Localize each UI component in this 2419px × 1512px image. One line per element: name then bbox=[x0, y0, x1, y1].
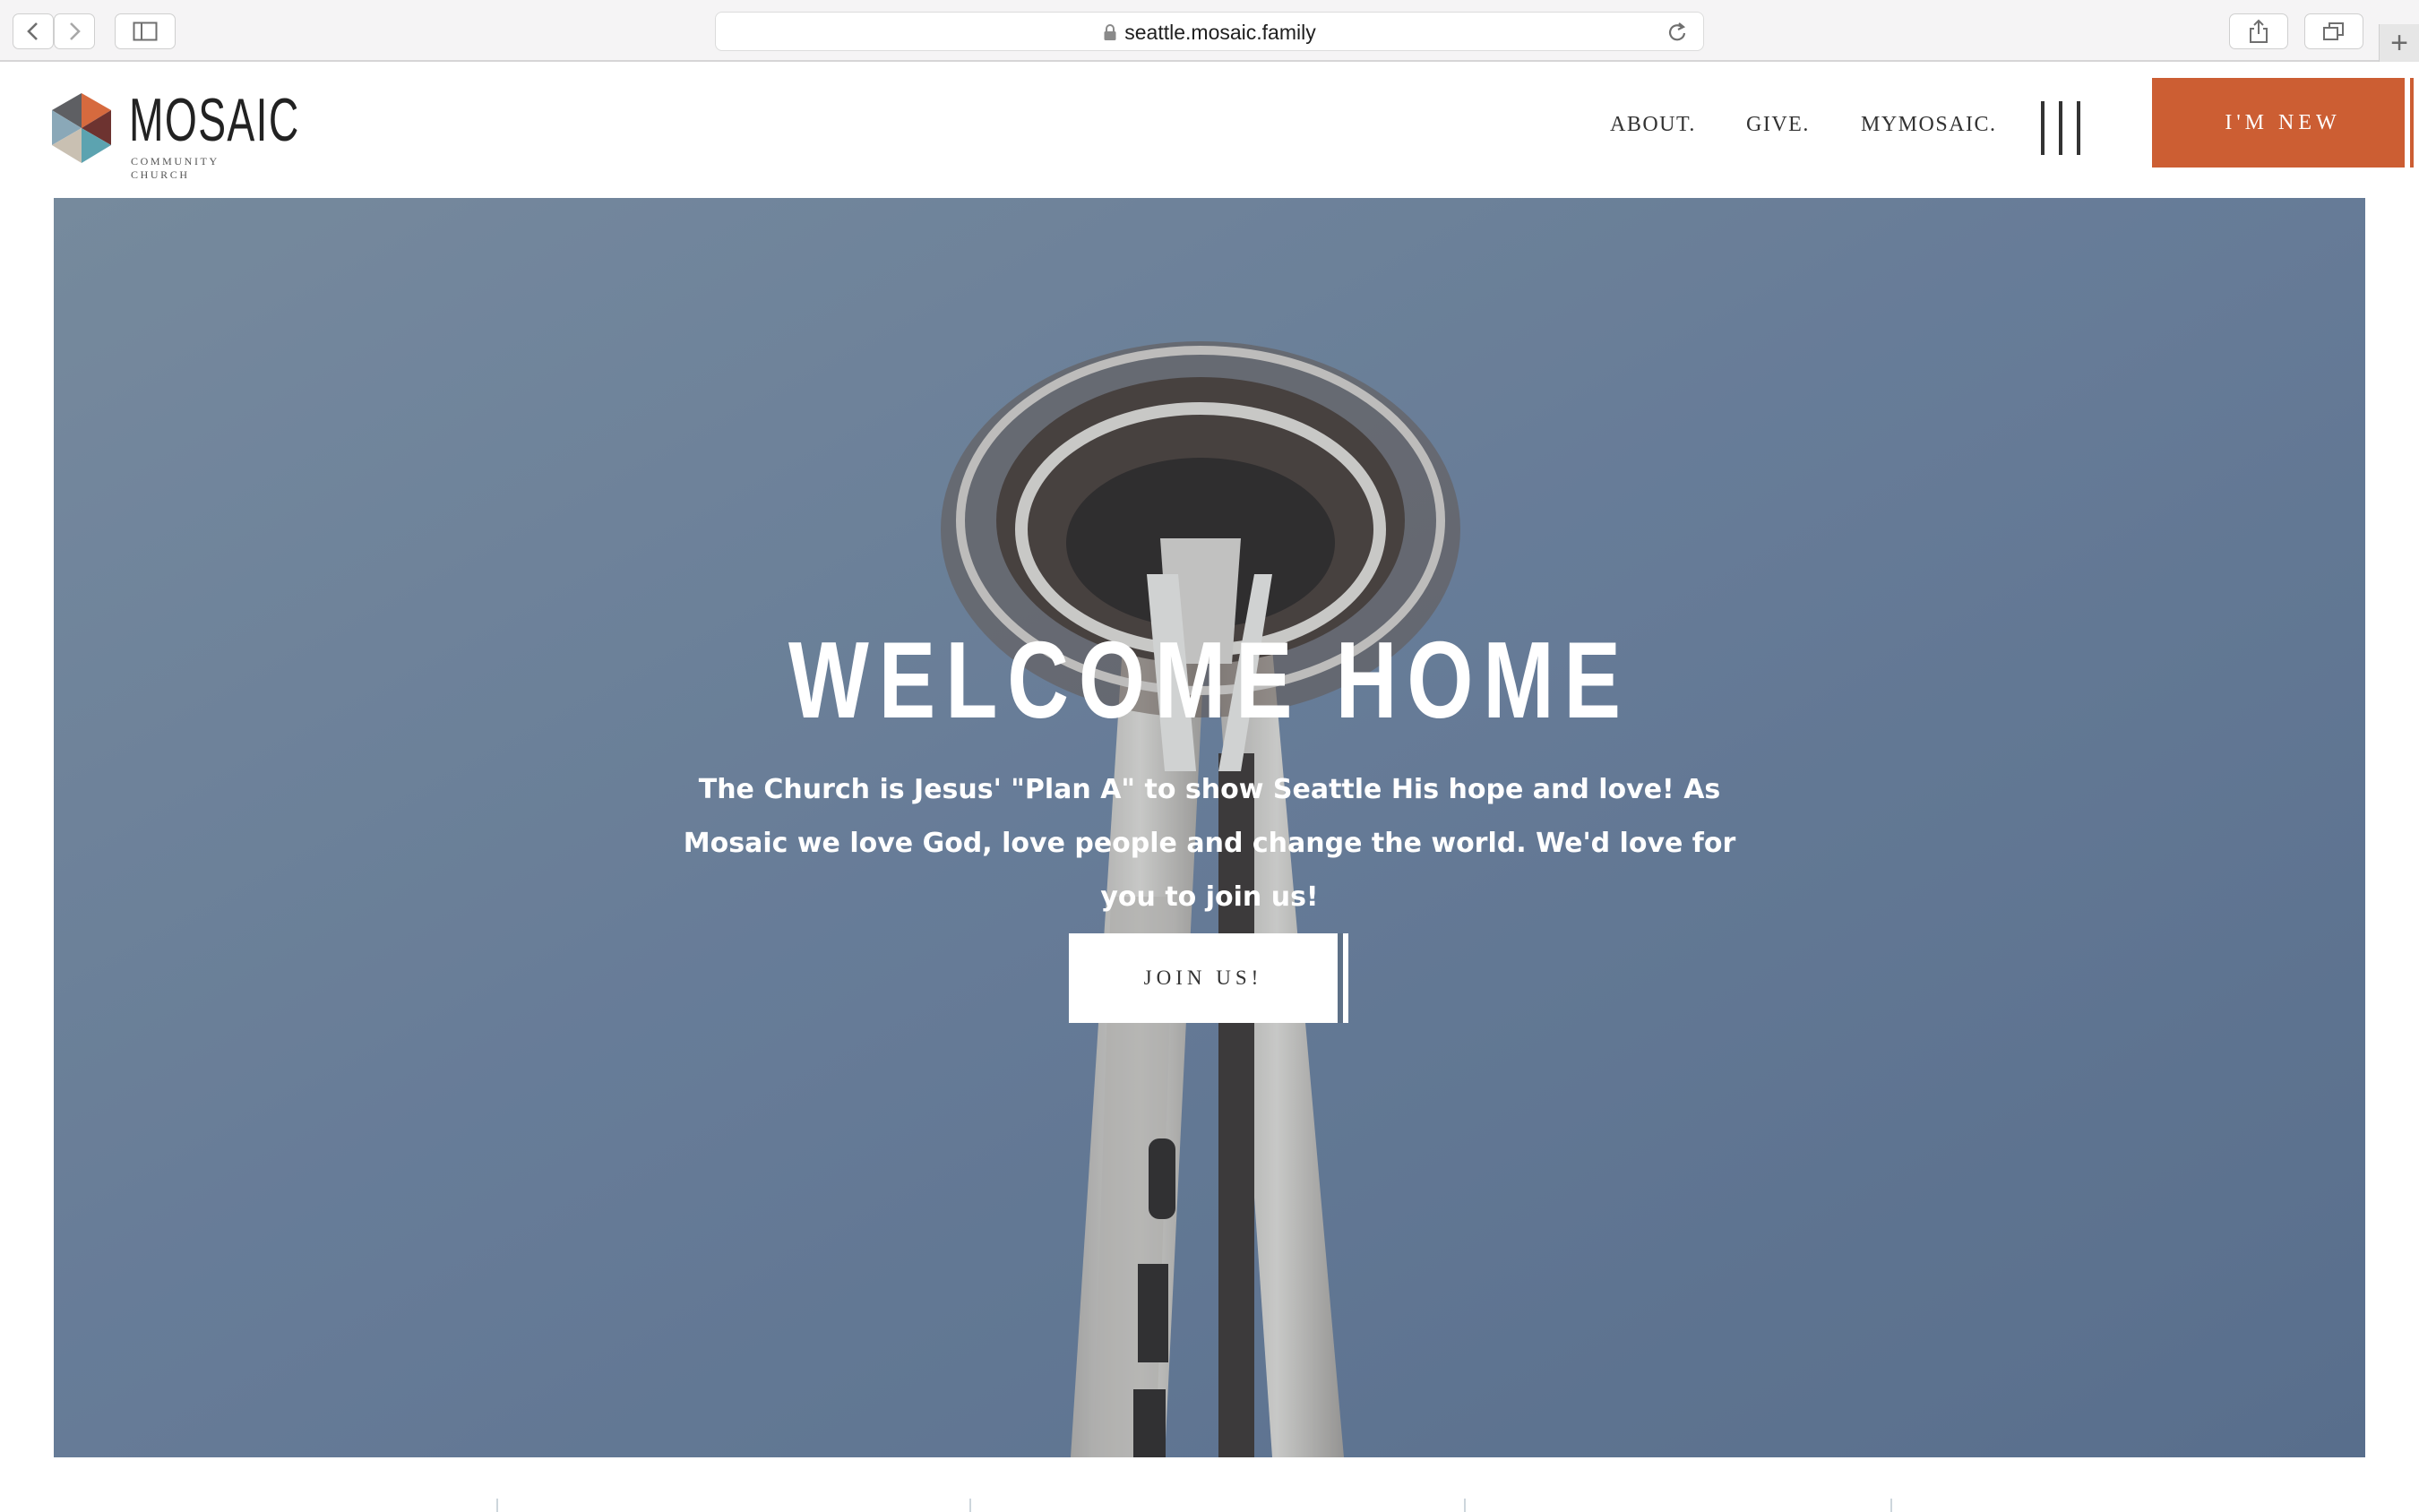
divider bbox=[1890, 1499, 1892, 1512]
new-tab-button[interactable]: + bbox=[2379, 24, 2419, 62]
logo-subtitle: COMMUNITY CHURCH bbox=[131, 155, 220, 181]
nav-about[interactable]: ABOUT. bbox=[1610, 113, 1696, 137]
url-text: seattle.mosaic.family bbox=[1124, 20, 1316, 44]
tabs-overview-button[interactable] bbox=[2304, 13, 2363, 49]
forward-arrow-icon bbox=[70, 22, 81, 40]
back-arrow-icon bbox=[27, 22, 38, 40]
logo-wordmark: MOSAIC bbox=[129, 86, 300, 154]
sidebar-icon bbox=[133, 21, 158, 41]
hero-title: WELCOME HOME bbox=[788, 619, 1631, 741]
join-us-button-edge bbox=[1338, 933, 1343, 1023]
hero-description: The Church is Jesus' "Plan A" to show Se… bbox=[683, 774, 1736, 913]
im-new-button-edge bbox=[2405, 78, 2410, 168]
share-button[interactable] bbox=[2229, 13, 2288, 49]
tabs-icon bbox=[2323, 22, 2344, 40]
divider bbox=[969, 1499, 971, 1512]
join-us-label: JOIN US! bbox=[1143, 966, 1263, 989]
divider bbox=[1464, 1499, 1466, 1512]
logo-hexagon-icon bbox=[52, 93, 111, 163]
forward-button[interactable] bbox=[54, 13, 95, 49]
nav-give[interactable]: GIVE. bbox=[1746, 113, 1810, 137]
share-icon bbox=[2250, 19, 2268, 43]
reload-icon[interactable] bbox=[1666, 20, 1689, 45]
nav-mymosaic[interactable]: MYMOSAIC. bbox=[1861, 113, 1997, 137]
sidebar-toggle-button[interactable] bbox=[115, 13, 176, 49]
bottom-quick-links-bar bbox=[0, 1457, 2419, 1512]
hamburger-menu-icon[interactable] bbox=[2041, 101, 2084, 155]
site-logo[interactable]: MOSAIC COMMUNITY CHURCH bbox=[52, 86, 298, 181]
hero-section: WELCOME HOME The Church is Jesus' "Plan … bbox=[54, 198, 2365, 1457]
lock-icon bbox=[1104, 24, 1116, 40]
address-bar[interactable]: seattle.mosaic.family bbox=[715, 12, 1704, 51]
browser-toolbar: seattle.mosaic.family + bbox=[0, 0, 2419, 62]
im-new-button[interactable]: I'M NEW bbox=[2152, 78, 2414, 168]
join-us-button[interactable]: JOIN US! bbox=[1069, 933, 1348, 1023]
divider bbox=[496, 1499, 498, 1512]
plus-icon: + bbox=[2390, 25, 2408, 60]
back-button[interactable] bbox=[13, 13, 54, 49]
